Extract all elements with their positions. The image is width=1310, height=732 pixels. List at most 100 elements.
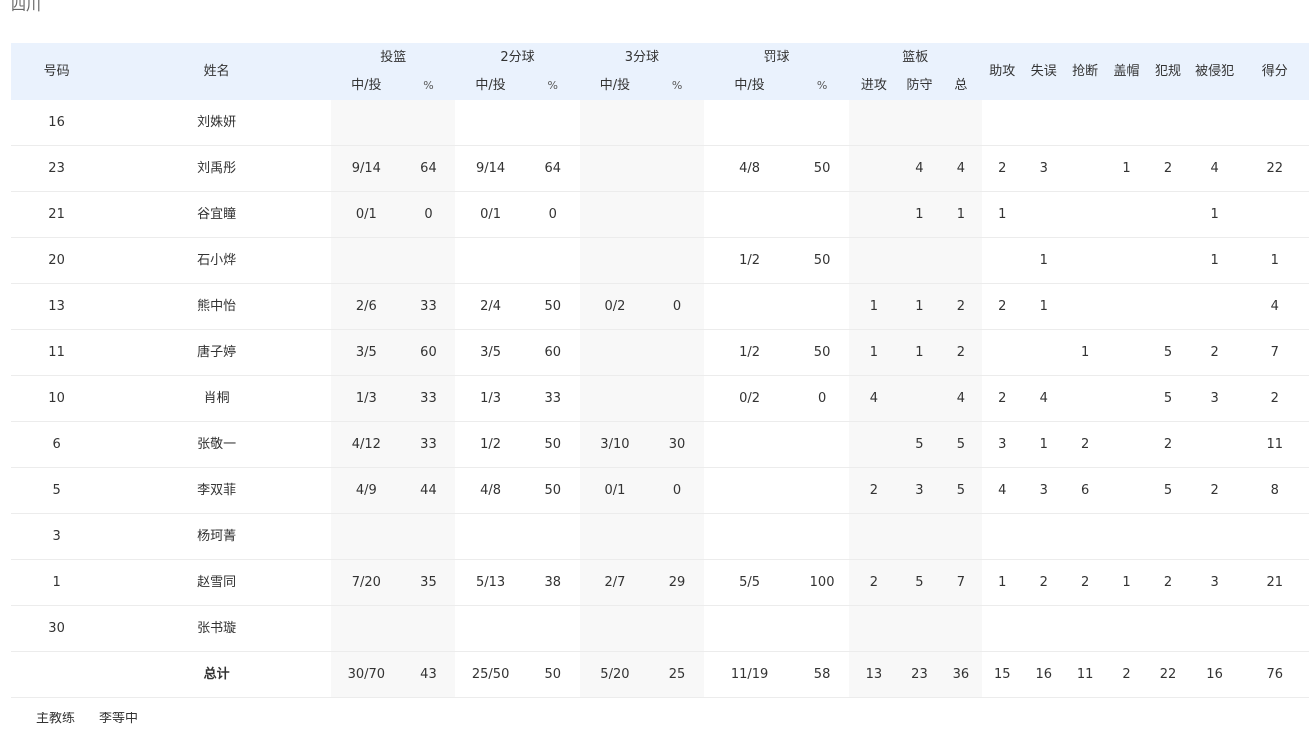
cell-ftp: 50 [795,329,850,376]
cell-three [579,191,651,238]
cell-blk [1105,100,1148,146]
cell-blk: 2 [1105,651,1148,698]
cell-fg [331,237,402,284]
cell-oreb: 2 [849,467,899,514]
cell-stl [1064,605,1106,652]
cell-threep [650,191,704,238]
coach-row: 主教练 李等中 [11,712,1309,732]
cell-twop: 0 [525,191,580,238]
cell-ftp: 50 [795,237,850,284]
cell-ast: 3 [981,421,1023,468]
col-fg-made-att: 中/投 [331,72,402,100]
cell-num: 3 [11,513,103,560]
cell-to: 16 [1023,651,1065,698]
cell-pf: 2 [1147,145,1189,192]
cell-ast [981,329,1023,376]
cell-fd [1188,605,1241,652]
cell-ft: 4/8 [703,145,796,192]
cell-ft [703,421,796,468]
cell-dreb: 5 [898,559,941,606]
cell-treb: 7 [940,559,982,606]
cell-two: 0/1 [455,191,526,238]
table-body: 16 刘姝妍 23 刘禹彤 9/14 64 9/14 64 4/8 50 4 4 2 3 1 2 4 22 21 谷宜… [11,100,1309,698]
cell-pts: 76 [1240,651,1309,698]
cell-treb: 5 [940,421,982,468]
cell-twop: 50 [525,651,580,698]
cell-fg [331,605,402,652]
cell-pf: 5 [1147,467,1189,514]
cell-threep [650,100,704,146]
cell-blk: 1 [1105,145,1148,192]
cell-threep [650,513,704,560]
cell-stl [1064,237,1106,284]
cell-to: 3 [1023,145,1065,192]
table-row: 5 李双菲 4/9 44 4/8 50 0/1 0 2 3 5 4 3 6 5 2 8 [11,467,1309,514]
cell-fg: 3/5 [331,329,402,376]
cell-threep [650,145,704,192]
cell-fg [331,513,402,560]
cell-ft: 5/5 [703,559,796,606]
cell-treb [940,513,982,560]
cell-stl [1064,283,1106,330]
cell-pf [1147,605,1189,652]
cell-three [579,145,651,192]
cell-ast: 15 [981,651,1023,698]
table-row: 3 杨珂菁 [11,513,1309,560]
cell-to [1023,605,1065,652]
cell-twop: 38 [525,559,580,606]
cell-fgp: 33 [401,421,456,468]
cell-blk [1105,513,1148,560]
cell-name: 张书璇 [102,605,332,652]
cell-to: 3 [1023,467,1065,514]
cell-twop [525,605,580,652]
cell-num: 6 [11,421,103,468]
cell-fg: 30/70 [331,651,402,698]
cell-stl [1064,145,1106,192]
cell-two: 1/3 [455,375,526,422]
table-row: 30 张书璇 [11,605,1309,652]
cell-name: 刘姝妍 [102,100,332,146]
col-three-made-att: 中/投 [579,72,651,100]
col-group-two: 2分球 [455,43,580,72]
cell-name: 熊中怡 [102,283,332,330]
cell-ftp [795,100,850,146]
cell-stl [1064,375,1106,422]
cell-blk: 1 [1105,559,1148,606]
table-row: 20 石小烨 1/2 50 1 1 1 [11,237,1309,284]
col-number: 号码 [11,43,103,100]
cell-dreb: 3 [898,467,941,514]
cell-ftp [795,513,850,560]
cell-three [579,100,651,146]
table-row: 23 刘禹彤 9/14 64 9/14 64 4/8 50 4 4 2 3 1 2 4 22 [11,145,1309,192]
cell-dreb [898,237,941,284]
cell-pts [1240,191,1309,238]
cell-pf: 22 [1147,651,1189,698]
cell-threep: 25 [650,651,704,698]
table-row: 11 唐子婷 3/5 60 3/5 60 1/2 50 1 1 2 1 5 2 7 [11,329,1309,376]
cell-treb: 4 [940,145,982,192]
cell-fgp: 35 [401,559,456,606]
cell-two [455,100,526,146]
cell-ft: 1/2 [703,237,796,284]
table-row: 13 熊中怡 2/6 33 2/4 50 0/2 0 1 1 2 2 1 4 [11,283,1309,330]
cell-pf [1147,513,1189,560]
cell-pts: 22 [1240,145,1309,192]
cell-stl [1064,513,1106,560]
cell-treb: 1 [940,191,982,238]
cell-ft [703,100,796,146]
cell-ast [981,513,1023,560]
cell-ftp [795,191,850,238]
cell-pf: 2 [1147,421,1189,468]
cell-three [579,605,651,652]
cell-fd [1188,283,1241,330]
col-two-made-att: 中/投 [455,72,526,100]
cell-twop: 33 [525,375,580,422]
col-fg-pct: % [401,72,456,100]
cell-fd [1188,421,1241,468]
cell-threep [650,237,704,284]
cell-treb: 36 [940,651,982,698]
cell-fd: 2 [1188,329,1241,376]
cell-pts [1240,605,1309,652]
cell-treb [940,100,982,146]
cell-fgp: 0 [401,191,456,238]
